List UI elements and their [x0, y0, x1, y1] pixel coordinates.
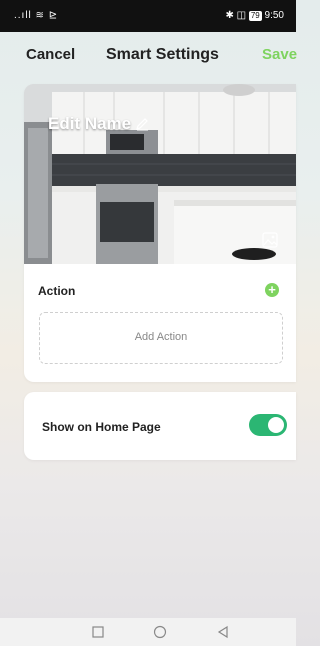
- status-bar: ..ıll ≋ ⊵ ✱ ◫ 79 9:50: [0, 0, 296, 32]
- add-action-button[interactable]: Add Action: [39, 312, 283, 364]
- image-icon[interactable]: [262, 232, 278, 248]
- scene-name: Edit Name: [48, 114, 132, 133]
- show-on-home-label: Show on Home Page: [42, 420, 161, 434]
- save-button[interactable]: Save: [262, 46, 297, 63]
- action-label: Action: [38, 284, 76, 298]
- circle-icon[interactable]: [153, 625, 167, 639]
- square-icon[interactable]: [91, 625, 105, 639]
- home-page-card: Show on Home Page: [24, 392, 296, 460]
- clock: 9:50: [264, 10, 284, 21]
- status-right: ✱ ◫ 79 9:50: [225, 10, 284, 21]
- cancel-button[interactable]: Cancel: [26, 46, 75, 63]
- bluetooth-vibrate-icons: ✱ ◫: [225, 10, 249, 21]
- scene-card: Edit Name Action + Add Action: [24, 84, 296, 382]
- show-on-home-toggle[interactable]: [249, 414, 287, 436]
- battery-level: 79: [248, 11, 262, 21]
- edit-name-button[interactable]: Edit Name: [48, 114, 149, 134]
- nav-bar: Cancel Smart Settings Save: [0, 32, 297, 78]
- add-action-label: Add Action: [134, 331, 188, 343]
- toggle-knob: [268, 417, 284, 433]
- triangle-back-icon[interactable]: [216, 625, 230, 639]
- page-title: Smart Settings: [106, 46, 219, 63]
- kitchen-photo: [24, 84, 296, 264]
- pencil-icon: [136, 118, 149, 131]
- cover-image[interactable]: Edit Name: [24, 84, 296, 264]
- signal-wifi-icons: ..ıll ≋ ⊵: [14, 10, 59, 21]
- plus-icon[interactable]: +: [265, 283, 279, 297]
- system-nav-bar: [0, 618, 296, 646]
